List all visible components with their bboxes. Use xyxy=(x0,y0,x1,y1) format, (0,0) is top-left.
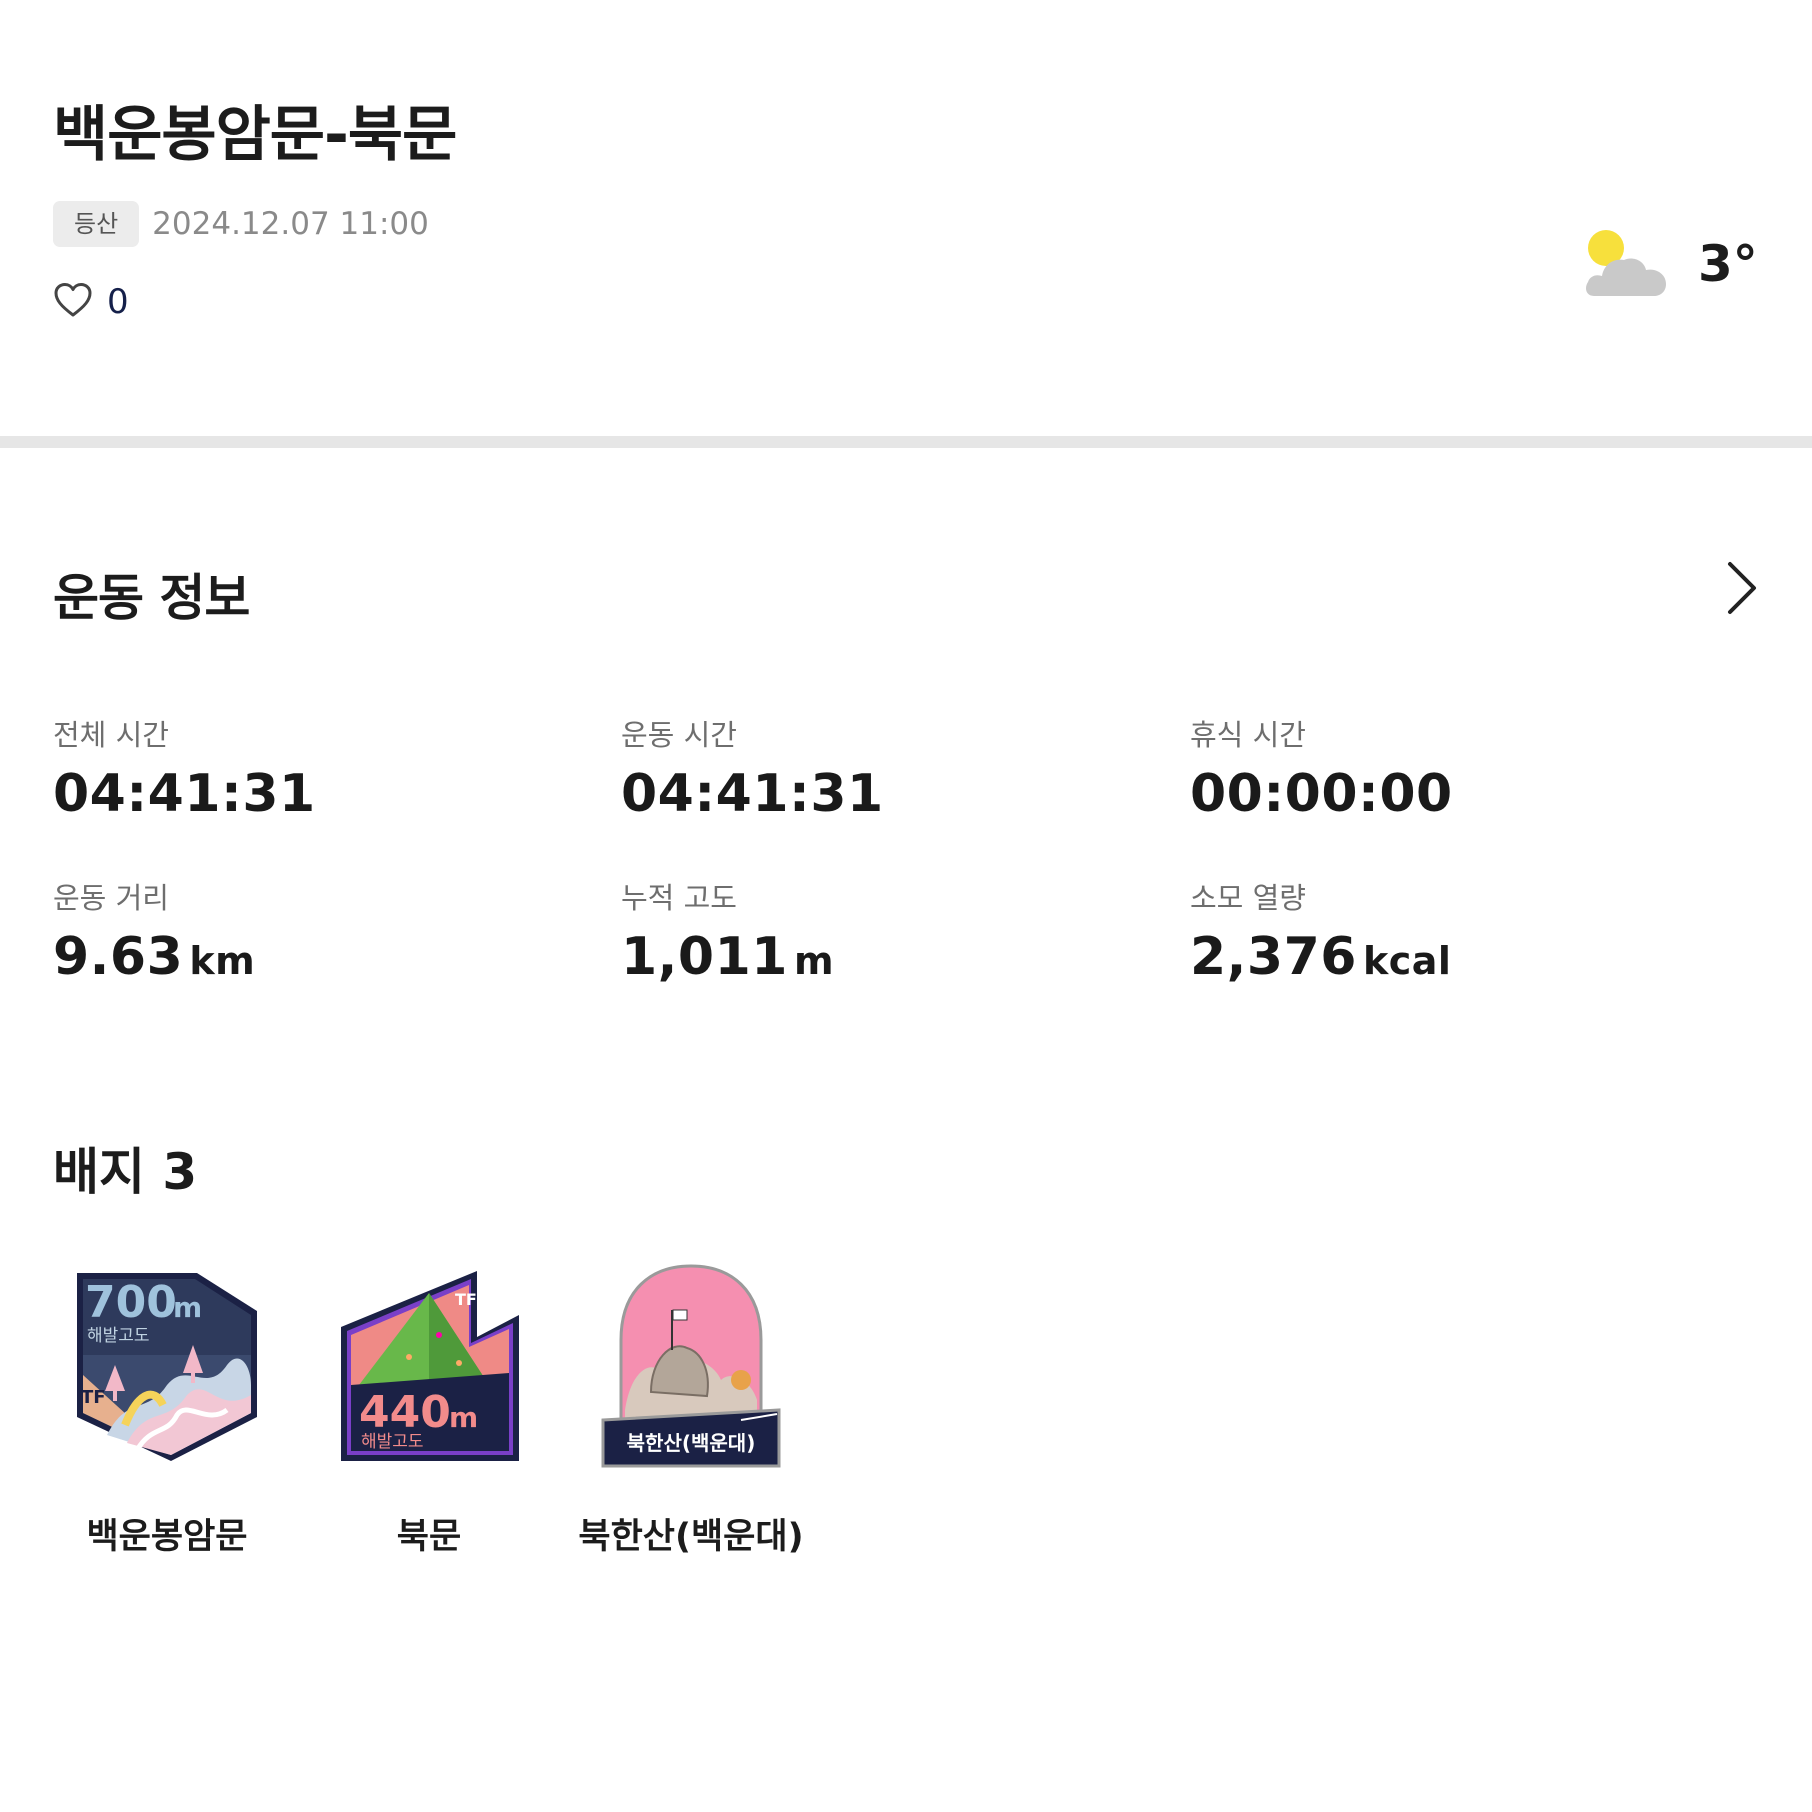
activity-type-badge: 등산 xyxy=(53,201,140,247)
badges-title: 배지 3 xyxy=(53,1143,198,1201)
stat-rest-time: 휴식 시간 00:00:00 xyxy=(1190,712,1690,824)
svg-text:440: 440 xyxy=(359,1387,451,1438)
stat-label: 운동 거리 xyxy=(53,881,169,915)
stat-elevation: 누적 고도 1,011 m xyxy=(621,875,1121,987)
stat-total-time: 전체 시간 04:41:31 xyxy=(53,712,553,824)
stat-unit: km xyxy=(189,939,256,983)
badge-name: 북문 xyxy=(396,1517,462,1557)
like-count: 0 xyxy=(107,282,129,322)
stat-value: 00:00:00 xyxy=(1190,764,1453,824)
stat-value: 1,011 m xyxy=(621,927,835,987)
chevron-right-icon xyxy=(1726,561,1758,619)
activity-meta: 등산 2024.12.07 11:00 xyxy=(53,201,429,247)
stat-unit: m xyxy=(793,939,835,983)
stat-label: 소모 열량 xyxy=(1190,881,1306,915)
heart-icon xyxy=(53,282,93,322)
weather-info: 3° xyxy=(1580,226,1758,302)
stat-label: 휴식 시간 xyxy=(1190,718,1306,752)
stat-value: 2,376 kcal xyxy=(1190,927,1452,987)
svg-text:m: m xyxy=(449,1401,478,1434)
svg-text:700: 700 xyxy=(85,1277,177,1328)
stat-distance: 운동 거리 9.63 km xyxy=(53,875,553,987)
badge-item[interactable]: 440 m 해발고도 TF 북문 xyxy=(299,1260,559,1559)
temperature: 3° xyxy=(1698,235,1758,293)
svg-text:TF: TF xyxy=(455,1290,477,1309)
stat-calories: 소모 열량 2,376 kcal xyxy=(1190,875,1690,987)
exercise-info-detail-button[interactable] xyxy=(1712,560,1772,620)
badge-item[interactable]: 북한산(백운대) 북한산(백운대) xyxy=(561,1260,821,1559)
activity-datetime: 2024.12.07 11:00 xyxy=(152,206,429,242)
page-title: 백운봉암문-북문 xyxy=(53,100,457,170)
stat-label: 운동 시간 xyxy=(621,718,737,752)
stat-label: 누적 고도 xyxy=(621,881,737,915)
svg-text:TF: TF xyxy=(81,1387,106,1408)
svg-text:해발고도: 해발고도 xyxy=(361,1432,424,1452)
activity-header: 백운봉암문-북문 등산 2024.12.07 11:00 0 3° xyxy=(0,0,1812,436)
stat-value: 9.63 km xyxy=(53,927,256,987)
stat-exercise-time: 운동 시간 04:41:31 xyxy=(621,712,1121,824)
badge-name: 백운봉암문 xyxy=(86,1517,248,1557)
partly-cloudy-icon xyxy=(1580,226,1672,302)
svg-text:북한산(백운대): 북한산(백운대) xyxy=(627,1431,756,1455)
like-button[interactable]: 0 xyxy=(53,282,129,322)
svg-text:m: m xyxy=(173,1291,202,1324)
stat-value: 04:41:31 xyxy=(621,764,884,824)
badge-image: 700 m 해발고도 TF xyxy=(67,1260,267,1470)
stat-value: 04:41:31 xyxy=(53,764,316,824)
stat-label: 전체 시간 xyxy=(53,718,169,752)
exercise-info-title: 운동 정보 xyxy=(53,569,250,627)
section-divider xyxy=(0,436,1812,448)
badge-image: 북한산(백운대) xyxy=(591,1260,791,1470)
stat-unit: kcal xyxy=(1362,939,1452,983)
svg-text:해발고도: 해발고도 xyxy=(87,1326,150,1346)
badge-image: 440 m 해발고도 TF xyxy=(329,1260,529,1470)
badge-item[interactable]: 700 m 해발고도 TF 백운봉암문 xyxy=(37,1260,297,1559)
badge-name: 북한산(백운대) xyxy=(578,1517,804,1557)
